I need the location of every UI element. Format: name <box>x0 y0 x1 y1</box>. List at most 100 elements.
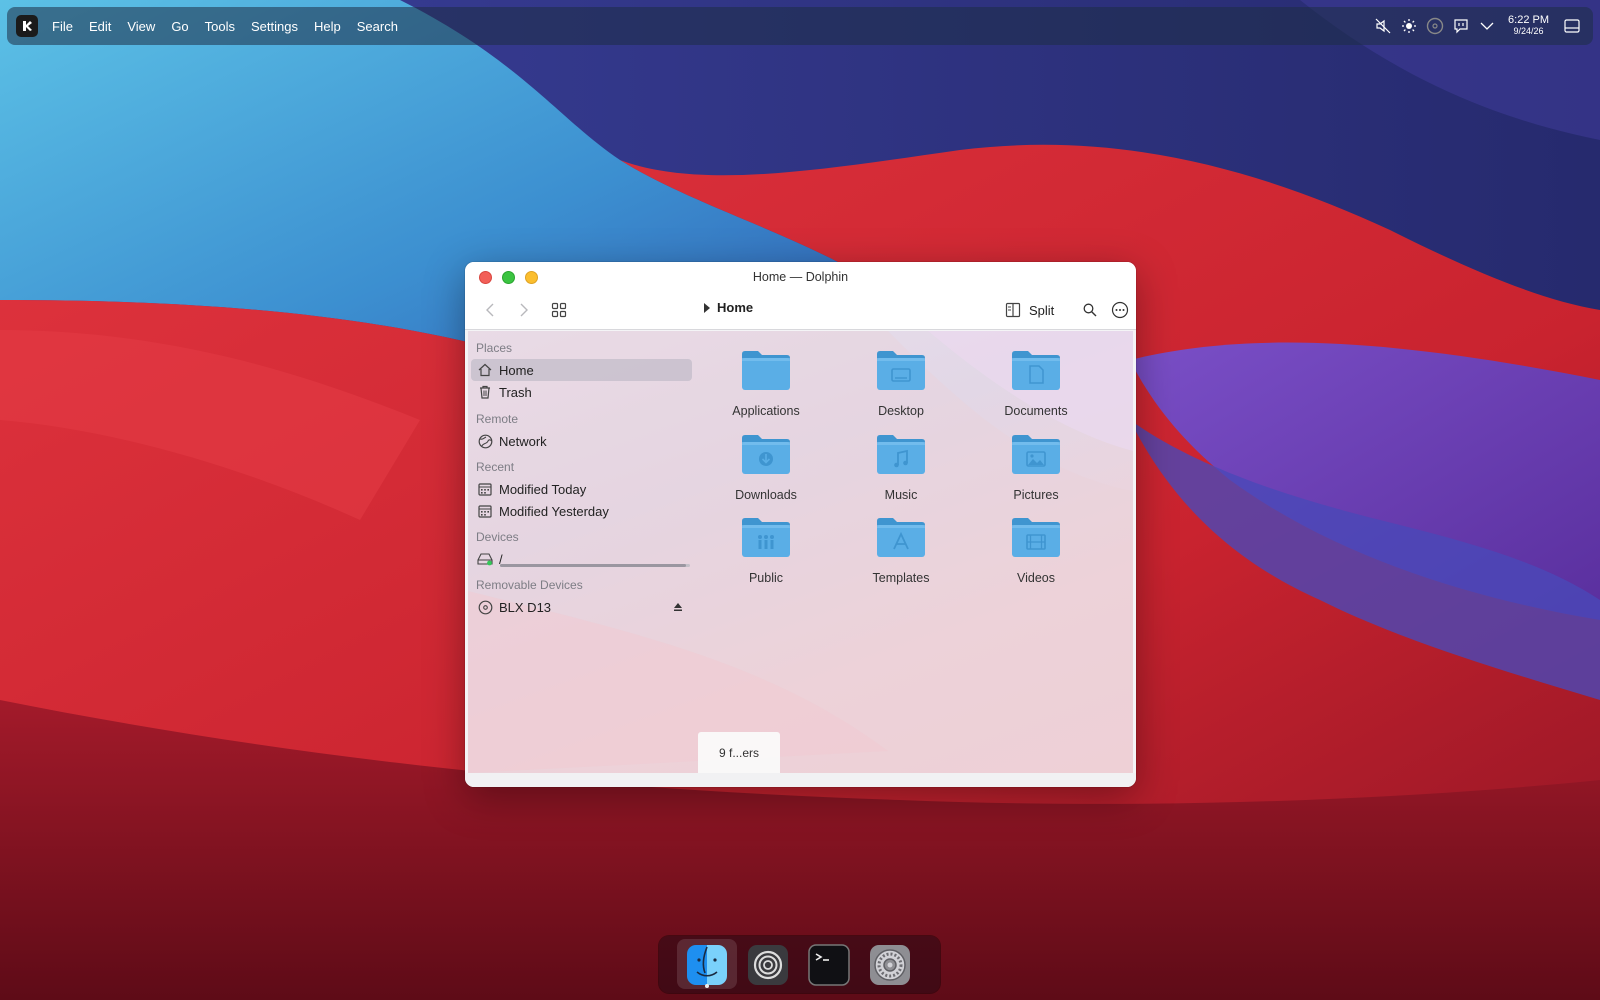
home-icon <box>477 362 493 378</box>
folder-documents[interactable]: Documents <box>981 348 1091 424</box>
music-folder-icon <box>877 435 925 474</box>
pictures-folder-icon <box>1012 435 1060 474</box>
videos-folder-icon <box>1012 518 1060 557</box>
folder-videos[interactable]: Videos <box>981 515 1091 591</box>
section-recent: Recent <box>476 460 515 474</box>
titlebar: Home — Dolphin Home Split <box>465 262 1136 330</box>
eject-icon[interactable] <box>673 600 683 615</box>
place-blx-label: BLX D13 <box>499 599 552 615</box>
split-button[interactable]: Split <box>1005 298 1054 322</box>
window-title: Home — Dolphin <box>752 270 849 284</box>
chevron-right-icon <box>520 303 528 317</box>
brightness-icon[interactable] <box>1396 13 1422 39</box>
menu-edit[interactable]: Edit <box>81 19 119 34</box>
section-remote: Remote <box>476 412 519 426</box>
system-settings-icon[interactable] <box>868 943 912 987</box>
menu-file[interactable]: File <box>44 19 81 34</box>
calendar-icon <box>477 503 493 519</box>
menu-tools[interactable]: Tools <box>197 19 243 34</box>
chat-icon[interactable] <box>1448 13 1474 39</box>
place-home[interactable]: Home <box>471 359 692 381</box>
finder-icon[interactable] <box>685 943 729 987</box>
more-icon <box>1111 301 1129 319</box>
menu-settings[interactable]: Settings <box>243 19 306 34</box>
folder-label: Applications <box>732 404 800 418</box>
folder-applications[interactable]: Applications <box>711 348 821 424</box>
section-places: Places <box>476 341 513 355</box>
back-button[interactable] <box>477 298 503 322</box>
folder-templates[interactable]: Templates <box>846 515 956 591</box>
forward-button[interactable] <box>511 298 537 322</box>
search-button[interactable] <box>1077 298 1103 322</box>
circular-app-icon[interactable] <box>746 943 790 987</box>
chevron-down-icon[interactable] <box>1474 13 1500 39</box>
view-mode-button[interactable] <box>546 298 572 322</box>
folder-public[interactable]: Public <box>711 515 821 591</box>
downloads-folder-icon <box>742 435 790 474</box>
documents-folder-icon <box>1012 351 1060 390</box>
place-modified-yesterday[interactable]: Modified Yesterday <box>471 500 692 522</box>
menu-view[interactable]: View <box>119 19 163 34</box>
terminal-icon[interactable] <box>807 943 851 987</box>
breadcrumb[interactable]: Home <box>703 300 753 315</box>
top-panel: File Edit View Go Tools Settings Help Se… <box>7 7 1593 45</box>
folder-downloads[interactable]: Downloads <box>711 432 821 508</box>
place-trash-label: Trash <box>499 384 532 400</box>
folder-label: Desktop <box>878 404 924 418</box>
folder-label: Music <box>884 488 918 502</box>
show-desktop-icon[interactable] <box>1559 13 1585 39</box>
clock-time: 6:22 PM <box>1508 14 1549 26</box>
folder-desktop[interactable]: Desktop <box>846 348 956 424</box>
speaker-muted-icon[interactable] <box>1370 13 1396 39</box>
breadcrumb-home[interactable]: Home <box>717 300 753 315</box>
search-icon <box>1083 303 1097 317</box>
place-modified-today[interactable]: Modified Today <box>471 478 692 500</box>
hard-drive-icon <box>477 551 493 567</box>
statusbar <box>465 773 1136 787</box>
section-removable-devices: Removable Devices <box>476 578 583 592</box>
folder-label: Downloads <box>735 488 797 502</box>
folder-label: Public <box>748 571 784 585</box>
place-home-label: Home <box>499 362 534 378</box>
menu-help[interactable]: Help <box>306 19 349 34</box>
grid-view-icon <box>551 302 567 318</box>
folder-label: Templates <box>872 571 930 585</box>
applications-folder-icon <box>742 351 790 390</box>
disk-usage-fill <box>500 564 687 567</box>
places-panel: Places Home Trash Remote Network Recent … <box>468 331 698 773</box>
trash-icon <box>477 384 493 400</box>
disc-icon[interactable] <box>1422 13 1448 39</box>
place-modified-yesterday-label: Modified Yesterday <box>499 503 609 519</box>
place-network-label: Network <box>499 433 547 449</box>
folder-label: Documents <box>1004 404 1068 418</box>
content-area: Places Home Trash Remote Network Recent … <box>468 331 1133 773</box>
place-trash[interactable]: Trash <box>471 381 692 403</box>
breadcrumb-arrow-icon <box>704 302 710 313</box>
folder-label: Videos <box>1017 571 1055 585</box>
disk-usage-bar <box>500 564 690 567</box>
dock-running-dot <box>705 984 709 988</box>
clock-date: 9/24/26 <box>1513 26 1544 36</box>
place-blx-d13[interactable]: BLX D13 <box>471 596 692 618</box>
more-options-button[interactable] <box>1107 298 1133 322</box>
folder-pictures[interactable]: Pictures <box>981 432 1091 508</box>
section-devices: Devices <box>476 530 519 544</box>
place-network[interactable]: Network <box>471 430 692 452</box>
place-root-device[interactable]: / <box>471 548 692 570</box>
optical-disc-icon <box>477 599 493 615</box>
clock[interactable]: 6:22 PM 9/24/26 <box>1508 15 1549 37</box>
split-label: Split <box>1029 302 1055 318</box>
dolphin-window: Home — Dolphin Home Split Places Home Tr… <box>465 262 1136 787</box>
network-icon <box>477 433 493 449</box>
menu-search[interactable]: Search <box>349 19 406 34</box>
chevron-left-icon <box>486 303 494 317</box>
split-view-icon <box>1005 302 1021 318</box>
status-tooltip: 9 f...ers <box>698 732 780 773</box>
menu-go[interactable]: Go <box>163 19 196 34</box>
templates-folder-icon <box>877 518 925 557</box>
desktop-folder-icon <box>877 351 925 390</box>
kde-logo-icon[interactable] <box>16 15 38 37</box>
folder-music[interactable]: Music <box>846 432 956 508</box>
folder-label: Pictures <box>1013 488 1059 502</box>
place-modified-today-label: Modified Today <box>499 481 587 497</box>
